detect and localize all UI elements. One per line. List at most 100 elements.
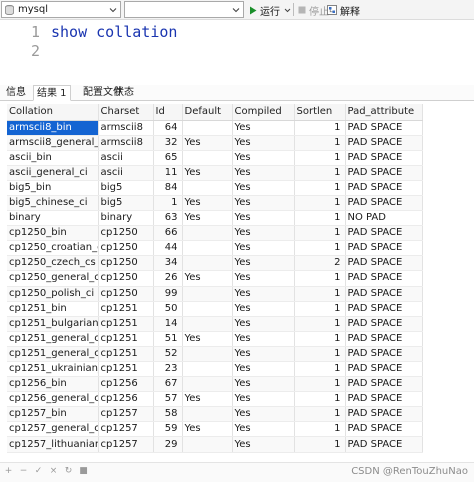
table-row[interactable]: cp1256_general_ci cp1256 57 Yes Yes 1 PAD SPAC…: [7, 391, 423, 408]
table-cell[interactable]: 1: [294, 120, 346, 136]
table-row[interactable]: cp1256_bin cp1256 67 Yes 1 PAD SPACE: [7, 376, 423, 393]
table-cell[interactable]: Yes: [182, 421, 233, 438]
table-cell[interactable]: PAD SPACE: [345, 421, 423, 438]
table-cell[interactable]: 1: [294, 240, 346, 257]
table-cell[interactable]: Yes: [182, 331, 233, 347]
table-cell[interactable]: [182, 255, 233, 272]
table-cell[interactable]: 1: [294, 135, 346, 151]
table-cell[interactable]: PAD SPACE: [345, 316, 423, 332]
table-cell[interactable]: 11: [153, 165, 183, 181]
table-cell[interactable]: Yes: [232, 406, 295, 423]
table-cell[interactable]: 59: [153, 421, 183, 438]
cross-icon[interactable]: ×: [49, 467, 58, 476]
table-cell[interactable]: cp1251_general_cs: [7, 346, 99, 363]
table-row[interactable]: cp1251_general_ci cp1251 51 Yes Yes 1 PAD SPAC…: [7, 331, 423, 347]
table-cell[interactable]: Yes: [232, 150, 295, 166]
table-cell[interactable]: cp1251: [98, 331, 154, 347]
table-cell[interactable]: 1: [294, 436, 346, 453]
table-cell[interactable]: PAD SPACE: [345, 150, 423, 166]
table-cell[interactable]: [182, 376, 233, 393]
table-cell[interactable]: 99: [153, 286, 183, 302]
table-cell[interactable]: PAD SPACE: [345, 346, 423, 363]
table-cell[interactable]: PAD SPACE: [345, 180, 423, 196]
table-cell[interactable]: cp1257_lithuanian_ci: [7, 436, 99, 453]
table-cell[interactable]: Yes: [232, 391, 295, 408]
table-cell[interactable]: 66: [153, 225, 183, 242]
table-cell[interactable]: armscii8: [98, 135, 154, 151]
table-cell[interactable]: binary: [98, 210, 154, 227]
table-cell[interactable]: PAD SPACE: [345, 436, 423, 453]
table-cell[interactable]: cp1250: [98, 255, 154, 272]
table-cell[interactable]: Yes: [232, 376, 295, 393]
table-row[interactable]: cp1250_polish_ci cp1250 99 Yes 1 PAD SPACE: [7, 286, 423, 302]
table-cell[interactable]: PAD SPACE: [345, 301, 423, 317]
table-cell[interactable]: Yes: [232, 316, 295, 332]
table-cell[interactable]: 1: [294, 316, 346, 332]
table-cell[interactable]: cp1250_polish_ci: [7, 286, 99, 302]
table-row[interactable]: cp1251_bin cp1251 50 Yes 1 PAD SPACE: [7, 301, 423, 317]
sql-editor[interactable]: 1 2 show collation: [0, 21, 474, 81]
table-cell[interactable]: PAD SPACE: [345, 225, 423, 242]
table-cell[interactable]: [182, 436, 233, 453]
table-cell[interactable]: cp1257: [98, 436, 154, 453]
table-cell[interactable]: cp1251: [98, 346, 154, 363]
table-cell[interactable]: binary: [7, 210, 99, 227]
table-cell[interactable]: cp1257_general_ci: [7, 421, 99, 438]
table-cell[interactable]: cp1250_general_ci: [7, 270, 99, 287]
table-cell[interactable]: Yes: [232, 421, 295, 438]
table-cell[interactable]: 64: [153, 120, 183, 136]
table-row[interactable]: cp1250_general_ci cp1250 26 Yes Yes 1 PAD SPAC…: [7, 270, 423, 287]
table-cell[interactable]: Yes: [232, 286, 295, 302]
table-cell[interactable]: armscii8_general_ci: [7, 135, 99, 151]
table-cell[interactable]: Yes: [232, 210, 295, 227]
table-cell[interactable]: 1: [294, 421, 346, 438]
table-cell[interactable]: 50: [153, 301, 183, 317]
table-cell[interactable]: big5: [98, 180, 154, 196]
table-row[interactable]: armscii8_general_ci armscii8 32 Yes Yes 1 PAD …: [7, 135, 423, 151]
table-cell[interactable]: [182, 286, 233, 302]
table-row[interactable]: cp1251_ukrainian_cicp125123 Yes1PAD SPACE: [7, 361, 423, 378]
table-cell[interactable]: 65: [153, 150, 183, 166]
table-cell[interactable]: cp1250_czech_cs: [7, 255, 99, 272]
table-row[interactable]: cp1251_bulgarian_cicp125114 Yes1PAD SPACE: [7, 316, 423, 332]
table-cell[interactable]: 1: [294, 331, 346, 347]
table-cell[interactable]: [182, 240, 233, 257]
table-cell[interactable]: 57: [153, 391, 183, 408]
check-icon[interactable]: ✓: [34, 467, 43, 476]
table-cell[interactable]: 1: [294, 150, 346, 166]
table-cell[interactable]: 1: [294, 165, 346, 181]
table-cell[interactable]: 1: [294, 301, 346, 317]
table-row[interactable]: binary binary 63 Yes Yes 1 NO PAD: [7, 210, 423, 227]
table-cell[interactable]: armscii8_bin: [7, 120, 99, 136]
database-select[interactable]: mysql: [1, 1, 121, 18]
table-cell[interactable]: 63: [153, 210, 183, 227]
table-cell[interactable]: 1: [294, 225, 346, 242]
table-cell[interactable]: big5: [98, 195, 154, 212]
table-cell[interactable]: 1: [294, 406, 346, 423]
stop-button[interactable]: 停止: [298, 2, 329, 18]
table-cell[interactable]: 1: [294, 346, 346, 363]
table-cell[interactable]: 84: [153, 180, 183, 196]
table-cell[interactable]: Yes: [182, 135, 233, 151]
table-cell[interactable]: Yes: [232, 301, 295, 317]
table-cell[interactable]: Yes: [232, 225, 295, 242]
tab-status[interactable]: 状态: [111, 85, 137, 101]
table-cell[interactable]: 1: [294, 180, 346, 196]
table-cell[interactable]: cp1257: [98, 406, 154, 423]
table-cell[interactable]: cp1256_general_ci: [7, 391, 99, 408]
table-cell[interactable]: Yes: [232, 255, 295, 272]
table-row[interactable]: ascii_bin ascii 65 Yes 1 PAD SPACE: [7, 150, 423, 166]
table-cell[interactable]: 52: [153, 346, 183, 363]
table-cell[interactable]: PAD SPACE: [345, 255, 423, 272]
table-cell[interactable]: ascii: [98, 150, 154, 166]
table-cell[interactable]: [182, 406, 233, 423]
table-row[interactable]: cp1257_bin cp1257 58 Yes 1 PAD SPACE: [7, 406, 423, 423]
run-button[interactable]: 运行: [249, 2, 291, 18]
table-cell[interactable]: Yes: [182, 195, 233, 212]
column-header[interactable]: Default: [182, 104, 233, 121]
table-cell[interactable]: 1: [294, 195, 346, 212]
table-cell[interactable]: 14: [153, 316, 183, 332]
table-cell[interactable]: PAD SPACE: [345, 376, 423, 393]
table-cell[interactable]: Yes: [182, 391, 233, 408]
table-cell[interactable]: PAD SPACE: [345, 331, 423, 347]
